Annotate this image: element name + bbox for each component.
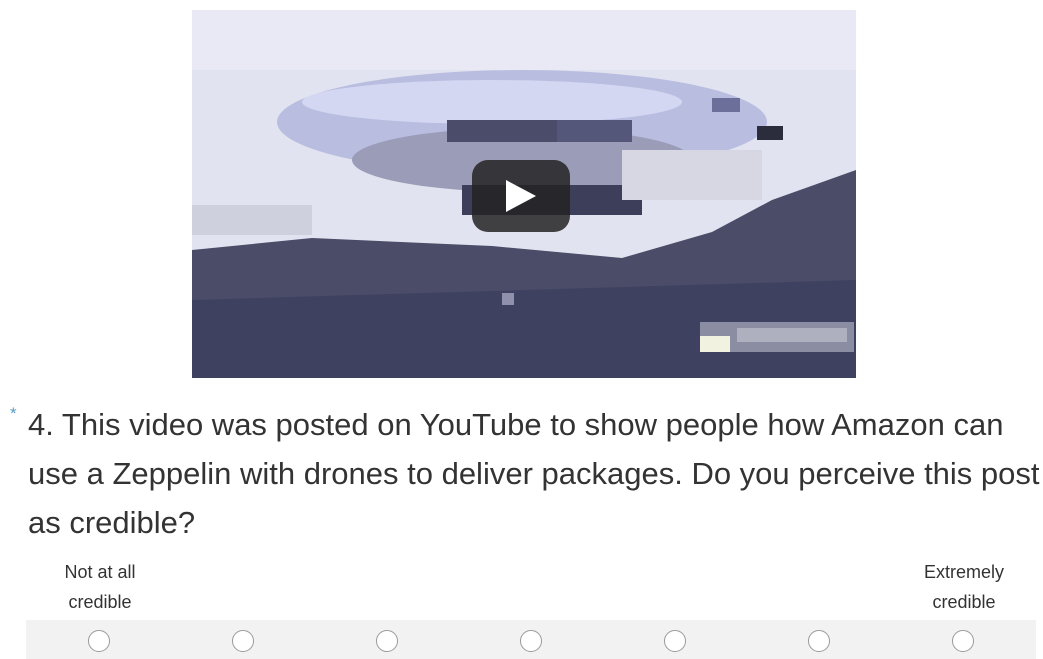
rating-option-6[interactable] <box>808 630 830 652</box>
required-marker: * <box>10 404 17 423</box>
rating-option-7[interactable] <box>952 630 974 652</box>
video-thumbnail[interactable] <box>192 10 856 378</box>
play-icon <box>506 180 536 212</box>
question-text: 4. This video was posted on YouTube to s… <box>28 407 1040 540</box>
rating-option-5[interactable] <box>664 630 686 652</box>
rating-option-3[interactable] <box>376 630 398 652</box>
rating-option-1[interactable] <box>88 630 110 652</box>
scale-high-label: Extremely credible <box>923 562 1004 612</box>
rating-option-4[interactable] <box>520 630 542 652</box>
rating-scale <box>26 620 1036 659</box>
scale-low-label: Not at all credible <box>64 562 136 612</box>
rating-option-2[interactable] <box>232 630 254 652</box>
play-button[interactable] <box>472 160 570 232</box>
